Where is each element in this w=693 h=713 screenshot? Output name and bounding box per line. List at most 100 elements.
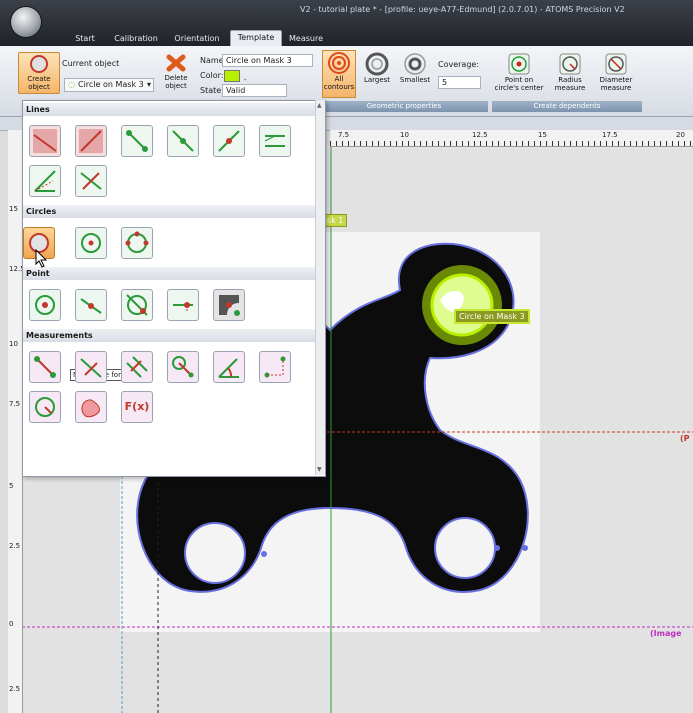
section-lines: Lines — [23, 103, 319, 116]
current-object-label: Current object — [62, 59, 120, 68]
name-field[interactable]: Circle on Mask 3 — [222, 54, 313, 67]
delete-object-button[interactable]: Delete object — [156, 52, 196, 90]
create-object-palette: Lines Circles New circle for mask Point … — [22, 100, 326, 477]
smallest-label: Smallest — [399, 76, 431, 84]
ruler-top: 7.5 10 12.5 15 17.5 20 — [330, 130, 693, 147]
ruler-tick: 7.5 — [338, 131, 350, 139]
diameter-measure-label: Diameter measure — [599, 76, 633, 92]
ruler-ticks — [330, 141, 693, 146]
tool-line-mask[interactable] — [29, 125, 61, 157]
ruler-tick: 2.5 — [9, 685, 21, 693]
tool-formula[interactable]: F(x) — [121, 391, 153, 423]
diameter-icon — [605, 53, 627, 75]
smallest-contour-icon — [404, 53, 426, 75]
tool-line-parallel[interactable] — [259, 125, 291, 157]
section-circles: Circles — [23, 205, 319, 218]
color-swatch — [224, 70, 240, 82]
create-dependents-caption: Create dependents — [492, 101, 642, 112]
tool-measure-radius[interactable] — [29, 391, 61, 423]
state-field: Valid — [222, 84, 287, 97]
tab-template[interactable]: Template — [230, 30, 282, 47]
tool-line-bisector[interactable] — [29, 165, 61, 197]
section-points: Point — [23, 267, 319, 280]
ruler-tick: 0 — [9, 620, 14, 628]
scroll-up-icon[interactable]: ▲ — [317, 102, 322, 109]
all-contours-label: All contours — [323, 75, 355, 91]
point-center-label: Point on circle's center — [494, 76, 544, 92]
tool-point-intersection[interactable] — [121, 289, 153, 321]
tool-line-perpendicular[interactable] — [75, 165, 107, 197]
smallest-button[interactable]: Smallest — [398, 52, 432, 84]
section-measurements: Measurements — [23, 329, 319, 342]
tool-circle-center-point[interactable] — [75, 227, 107, 259]
ruler-tick: 5 — [9, 482, 14, 490]
all-contours-button[interactable]: All contours — [322, 50, 356, 98]
tool-measure-circle-point[interactable] — [167, 351, 199, 383]
create-object-button[interactable]: Create object — [18, 52, 60, 94]
color-picker[interactable]: - — [224, 70, 252, 84]
mouse-pointer-icon — [35, 248, 48, 268]
scroll-down-icon[interactable]: ▼ — [317, 466, 322, 473]
contour-handle — [494, 545, 500, 551]
title-bar: V2 - tutorial plate * - [profile: ueye-A… — [0, 0, 693, 47]
ruler-tick: 7.5 — [9, 400, 21, 408]
center-point-icon — [508, 53, 530, 75]
app-logo-icon[interactable] — [10, 6, 42, 38]
image-label: (Image — [650, 629, 682, 638]
ruler-tick: 15 — [538, 131, 547, 139]
tool-point-mask[interactable] — [213, 289, 245, 321]
contour-handle — [522, 545, 528, 551]
tool-measure-area[interactable] — [75, 391, 107, 423]
tool-measure-distance[interactable] — [29, 351, 61, 383]
tool-point-projection[interactable] — [167, 289, 199, 321]
radius-measure-button[interactable]: Radius measure — [548, 52, 592, 92]
tool-measure-point-line[interactable] — [75, 351, 107, 383]
tool-line-angle[interactable] — [213, 125, 245, 157]
delete-object-label: Delete object — [164, 74, 188, 90]
largest-label: Largest — [363, 76, 391, 84]
current-object-select[interactable]: ◌ Circle on Mask 3 ▾ — [64, 78, 154, 92]
create-object-label: Create object — [27, 75, 51, 91]
tool-line-intersect[interactable] — [75, 125, 107, 157]
ruler-tick: 12.5 — [472, 131, 488, 139]
tool-measure-xy[interactable] — [259, 351, 291, 383]
ruler-tick: 2.5 — [9, 542, 21, 550]
delete-x-icon — [166, 54, 186, 72]
tab-start[interactable]: Start — [64, 32, 106, 46]
tab-calibration[interactable]: Calibration — [108, 32, 164, 46]
ruler-tick: 15 — [9, 205, 18, 213]
tool-measure-angle[interactable] — [213, 351, 245, 383]
tool-point-center[interactable] — [29, 289, 61, 321]
tab-orientation[interactable]: Orientation — [168, 32, 226, 46]
coverage-field[interactable]: 5 — [438, 76, 481, 89]
circle-tool-icon — [30, 55, 48, 73]
ruler-tick: 20 — [676, 131, 685, 139]
radius-icon — [559, 53, 581, 75]
state-label: State: — [200, 86, 224, 95]
chevron-down-icon: - — [244, 76, 247, 84]
chevron-down-icon: ▾ — [146, 80, 151, 89]
tool-line-two-points[interactable] — [121, 125, 153, 157]
tool-circle-three-points[interactable] — [121, 227, 153, 259]
window-title: V2 - tutorial plate * - [profile: ueye-A… — [300, 5, 625, 14]
palette-scrollbar[interactable]: ▲ ▼ — [315, 100, 325, 475]
geometric-properties-caption: Geometric properties — [320, 101, 488, 112]
ruler-tick: 10 — [400, 131, 409, 139]
tool-point-on-line[interactable] — [75, 289, 107, 321]
leaf-icon: ◌ — [68, 80, 75, 89]
color-label: Color: — [200, 71, 224, 80]
circle-on-mask-label: Circle on Mask 3 — [454, 309, 530, 324]
tool-line-through-point[interactable] — [167, 125, 199, 157]
diameter-measure-button[interactable]: Diameter measure — [594, 52, 638, 92]
ruler-left: 15 12.5 10 7.5 5 2.5 0 2.5 — [8, 130, 25, 713]
contour-handle — [261, 551, 267, 557]
ruler-tick: 10 — [9, 340, 18, 348]
largest-button[interactable]: Largest — [360, 52, 394, 84]
ruler-tick: 17.5 — [602, 131, 618, 139]
tool-measure-lines[interactable] — [121, 351, 153, 383]
point-on-center-button[interactable]: Point on circle's center — [494, 52, 544, 92]
largest-contour-icon — [365, 52, 389, 76]
tab-measure[interactable]: Measure — [284, 32, 328, 46]
concentric-contours-icon — [328, 52, 350, 74]
spinner-hole-left — [184, 522, 246, 584]
